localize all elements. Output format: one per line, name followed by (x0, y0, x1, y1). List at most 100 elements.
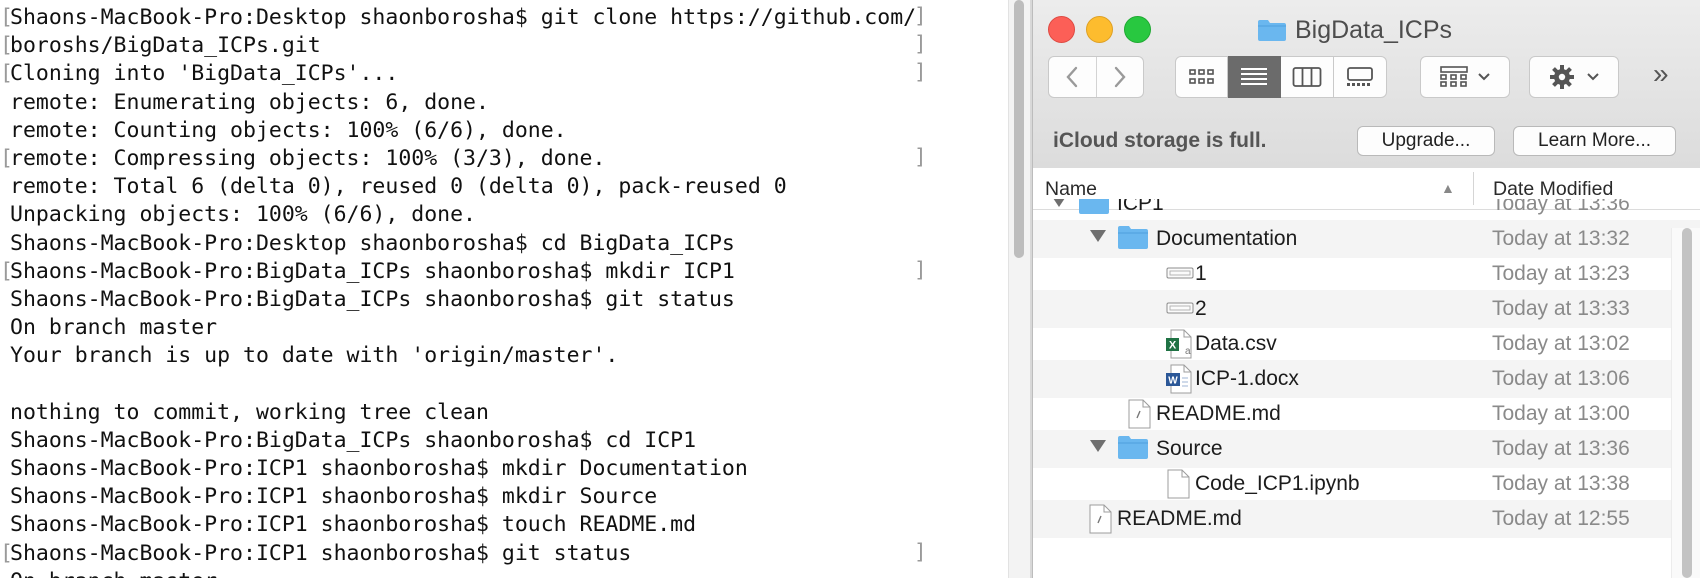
back-button[interactable] (1049, 57, 1097, 97)
finder-scrollbar[interactable] (1671, 228, 1700, 578)
line-marker: ] (914, 32, 927, 57)
folder-icon (1078, 199, 1110, 221)
svg-text:W: W (1168, 376, 1178, 387)
sort-ascending-icon: ▲ (1441, 180, 1455, 196)
file-name: Documentation (1156, 227, 1298, 250)
file-date-modified: Today at 13:33 (1492, 297, 1630, 320)
terminal-line: On branch master (10, 568, 1008, 578)
finder-window: BigData_ICPs » iCloud storage is full. U… (1032, 0, 1700, 578)
file-date-modified: Today at 13:38 (1492, 472, 1630, 495)
grid-icon (1188, 69, 1214, 84)
list-view-button[interactable] (1228, 56, 1281, 98)
columns-icon (1292, 67, 1322, 87)
file-date-modified: Today at 13:06 (1492, 367, 1630, 390)
file-name: README.md (1117, 507, 1242, 530)
line-marker: ] (914, 257, 927, 282)
terminal-line: Shaons-MacBook-Pro:ICP1 shaonborosha$ mk… (10, 484, 658, 510)
gallery-icon (1347, 67, 1373, 86)
file-row[interactable]: README.md Today at 12:55 (1033, 500, 1700, 538)
line-marker: ] (914, 145, 927, 169)
terminal-line: Shaons-MacBook-Pro:Desktop shaonborosha$… (0, 4, 1008, 32)
icon-view-button[interactable] (1175, 56, 1228, 98)
icloud-message: iCloud storage is full. (1053, 129, 1267, 152)
learn-more-button[interactable]: Learn More... (1513, 126, 1676, 156)
terminal-line: Shaons-MacBook-Pro:ICP1 shaonborosha$ to… (10, 512, 697, 538)
terminal-line: Shaons-MacBook-Pro:ICP1 shaonborosha$ gi… (0, 540, 1008, 568)
file-name: Data.csv (1195, 332, 1277, 355)
window-title: BigData_ICPs (1257, 14, 1452, 46)
view-mode-control (1175, 56, 1387, 98)
svg-text:a: a (1185, 346, 1191, 357)
terminal-line: boroshs/BigData_ICPs.git (0, 32, 1008, 60)
terminal-scroll-thumb[interactable] (1014, 0, 1024, 258)
file-date-modified: Today at 13:32 (1492, 227, 1630, 250)
svg-text:X: X (1169, 340, 1177, 352)
disclosure-triangle-icon[interactable] (1090, 440, 1106, 452)
upgrade-button[interactable]: Upgrade... (1357, 126, 1495, 156)
column-date-modified[interactable]: Date Modified (1493, 178, 1613, 201)
chevron-down-icon (1478, 73, 1490, 81)
group-button[interactable] (1420, 56, 1510, 98)
column-view-button[interactable] (1281, 56, 1334, 98)
window-title-text: BigData_ICPs (1295, 15, 1453, 44)
terminal-output: Shaons-MacBook-Pro:Desktop shaonborosha$… (0, 4, 1008, 578)
terminal-line: remote: Total 6 (delta 0), reused 0 (del… (10, 174, 787, 200)
terminal-window[interactable]: Shaons-MacBook-Pro:Desktop shaonborosha$… (0, 0, 1008, 578)
file-date-modified: Today at 12:55 (1492, 507, 1630, 530)
column-name[interactable]: Name (1045, 178, 1097, 201)
file-date-modified: Today at 13:36 (1492, 199, 1630, 215)
file-name: README.md (1156, 402, 1281, 425)
terminal-line: Your branch is up to date with 'origin/m… (10, 343, 619, 369)
terminal-line: remote: Counting objects: 100% (6/6), do… (10, 117, 567, 143)
file-row[interactable]: Source Today at 13:36 (1033, 430, 1700, 468)
file-name: Source (1156, 437, 1223, 460)
file-row[interactable]: Documentation Today at 13:32 (1033, 220, 1700, 258)
terminal-line: Shaons-MacBook-Pro:BigData_ICPs shaonbor… (0, 258, 1008, 286)
chevron-down-icon (1587, 73, 1599, 81)
group-icon (1440, 66, 1468, 87)
folder-icon (1117, 434, 1149, 466)
terminal-line: Shaons-MacBook-Pro:BigData_ICPs shaonbor… (10, 427, 697, 453)
file-name: Code_ICP1.ipynb (1195, 472, 1360, 495)
file-date-modified: Today at 13:02 (1492, 332, 1630, 355)
file-name: ICP1 (1117, 199, 1164, 215)
terminal-line: nothing to commit, working tree clean (10, 399, 489, 425)
terminal-scrollbar[interactable] (1008, 0, 1031, 578)
chevron-left-icon (1066, 66, 1078, 88)
disclosure-triangle-icon[interactable] (1090, 230, 1106, 242)
file-row[interactable]: 2 Today at 13:33 (1033, 290, 1700, 328)
file-date-modified: Today at 13:23 (1492, 262, 1630, 285)
keyboard-file-icon (1165, 259, 1195, 293)
line-marker: ] (914, 60, 927, 85)
close-button[interactable] (1048, 16, 1075, 43)
file-name: ICP-1.docx (1195, 367, 1299, 390)
finder-titlebar: BigData_ICPs » iCloud storage is full. U… (1033, 0, 1700, 169)
keyboard-file-icon (1165, 294, 1195, 328)
file-row[interactable]: W ICP-1.docx Today at 13:06 (1033, 360, 1700, 398)
gallery-view-button[interactable] (1334, 56, 1387, 98)
file-row[interactable]: Code_ICP1.ipynb Today at 13:38 (1033, 465, 1700, 503)
action-button[interactable] (1529, 56, 1619, 98)
file-row[interactable]: Xa Data.csv Today at 13:02 (1033, 325, 1700, 363)
file-date-modified: Today at 13:00 (1492, 402, 1630, 425)
folder-icon (1117, 224, 1149, 256)
nav-buttons (1048, 56, 1144, 98)
file-row[interactable]: 1 Today at 13:23 (1033, 255, 1700, 293)
icloud-banner: iCloud storage is full. Upgrade... Learn… (1033, 114, 1700, 168)
file-list: ICP1 Today at 13:36 Documentation Today at … (1033, 199, 1700, 578)
toolbar-overflow-button[interactable]: » (1653, 58, 1669, 90)
terminal-line: remote: Enumerating objects: 6, done. (10, 89, 489, 115)
finder-scroll-thumb[interactable] (1682, 228, 1692, 578)
chevron-right-icon (1114, 66, 1126, 88)
file-name: 1 (1195, 262, 1207, 285)
line-marker: ] (914, 4, 927, 28)
terminal-line: Cloning into 'BigData_ICPs'... (0, 60, 1008, 88)
forward-button[interactable] (1097, 57, 1144, 97)
disclosure-triangle-icon[interactable] (1051, 199, 1067, 207)
folder-icon (1257, 18, 1287, 42)
minimize-button[interactable] (1086, 16, 1113, 43)
file-row[interactable]: README.md Today at 13:00 (1033, 395, 1700, 433)
maximize-button[interactable] (1124, 16, 1151, 43)
terminal-line: Shaons-MacBook-Pro:Desktop shaonborosha$… (10, 230, 735, 256)
